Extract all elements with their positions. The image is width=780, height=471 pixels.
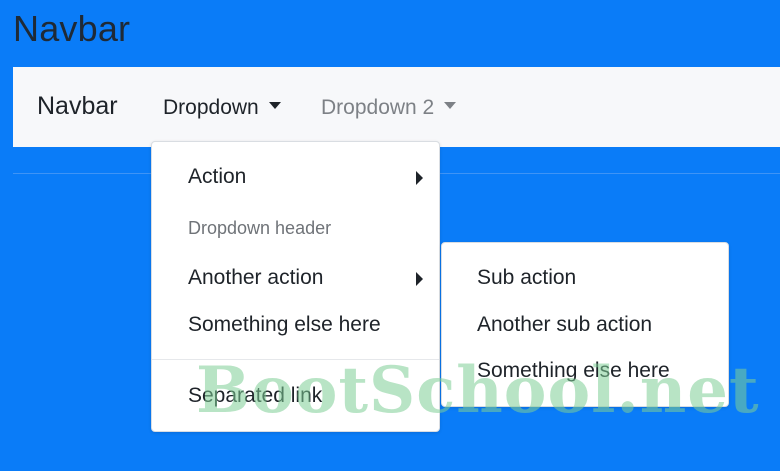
nav-dropdown-label: Dropdown	[163, 96, 259, 119]
menu-item-separated-link[interactable]: Separated link	[188, 384, 322, 408]
caret-down-icon	[444, 101, 457, 109]
submenu: Sub action Another sub action Something …	[441, 242, 729, 407]
menu-item-action[interactable]: Action	[188, 165, 246, 189]
menu-item-another-action[interactable]: Another action	[188, 266, 323, 290]
caret-right-icon	[416, 272, 423, 286]
submenu-item-sub-action[interactable]: Sub action	[477, 266, 576, 290]
nav-dropdown-2-label: Dropdown 2	[321, 96, 435, 119]
menu-divider	[152, 359, 439, 360]
nav-dropdown-2-toggle[interactable]: Dropdown 2	[321, 96, 457, 120]
dropdown-header: Dropdown header	[188, 218, 332, 238]
caret-right-icon	[416, 171, 423, 185]
caret-down-icon	[268, 101, 281, 109]
dropdown-menu: Action Dropdown header Another action So…	[151, 141, 440, 432]
menu-item-something-else[interactable]: Something else here	[188, 313, 381, 337]
page-title: Navbar	[13, 8, 131, 49]
navbar: Navbar Dropdown Dropdown 2	[13, 67, 780, 147]
nav-dropdown-toggle[interactable]: Dropdown	[163, 96, 281, 120]
navbar-brand[interactable]: Navbar	[37, 92, 118, 121]
submenu-item-something-else[interactable]: Something else here	[477, 359, 670, 383]
submenu-item-another-sub-action[interactable]: Another sub action	[477, 313, 652, 337]
